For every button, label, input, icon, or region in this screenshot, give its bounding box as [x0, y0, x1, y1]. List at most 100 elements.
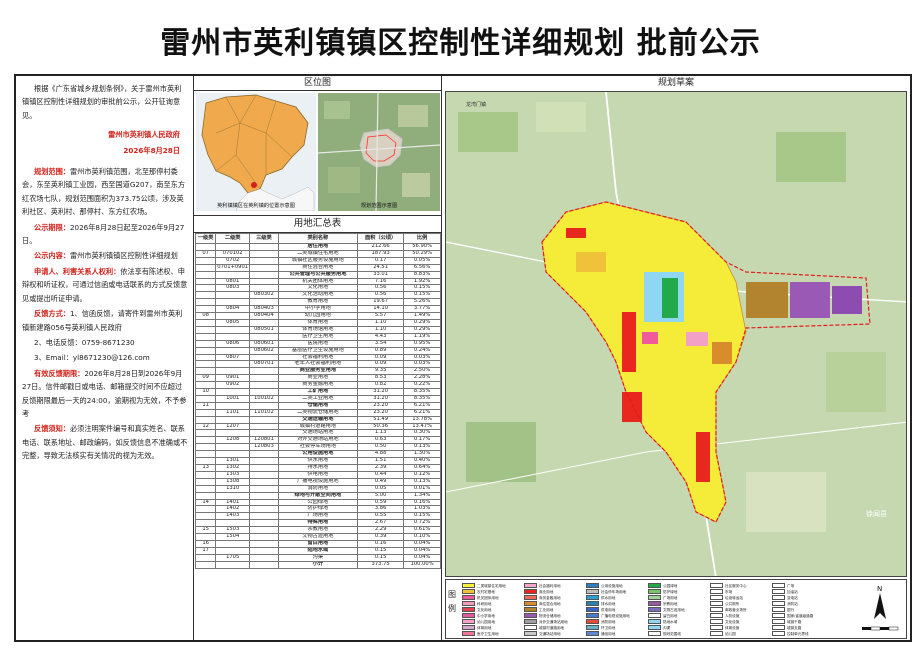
table-row: 公用设施用地 4.88 1.30% — [194, 450, 441, 459]
table-header-cell: 三级类 — [249, 233, 279, 244]
table-cell: 16 — [194, 539, 217, 548]
legend-item-label: 广场 — [787, 584, 795, 588]
legend-item-label: 消防用地 — [601, 620, 616, 624]
table-cell: 33.01 — [357, 270, 405, 279]
table-row: 10 工矿用地 31.20 8.35% — [194, 388, 441, 396]
legend-swatch — [772, 589, 785, 594]
table-cell — [194, 429, 217, 438]
legend-item-label: 宗教用地 — [663, 602, 678, 606]
table-cell: 社会福利用地 — [277, 353, 359, 362]
table-cell: 0806 — [215, 339, 251, 348]
legend-swatch — [524, 619, 537, 624]
table-cell — [215, 519, 251, 528]
table-cell: 0.09 — [357, 360, 405, 369]
table-cell — [194, 381, 217, 390]
table-cell: 0701+0901 — [215, 263, 251, 272]
table-cell — [194, 360, 217, 369]
table-cell: 0.24% — [403, 346, 441, 355]
intro-text: 根据《广东省城乡规划条例》，关于雷州市英利镇镇区控制性详细规划的审批前公示，公开… — [22, 84, 182, 120]
table-cell — [249, 415, 279, 424]
legend-swatch — [710, 619, 723, 624]
table-row: 080602 基层医疗卫生设施用地 0.89 0.24% — [194, 346, 441, 355]
table-row: 交通场站用地 1.13 0.30% — [194, 429, 441, 438]
table-row: 1208 120801 对外交通场站用地 0.63 0.17% — [194, 436, 441, 445]
table-cell — [215, 312, 251, 320]
table-row: 11 仓储用地 23.20 6.21% — [194, 401, 441, 410]
legend-item-label: 幼儿园 — [725, 632, 736, 636]
table-cell: 0.55 — [357, 512, 405, 521]
table-cell: 留白用地 — [277, 539, 359, 548]
table-cell: 公用设施用地 — [277, 450, 359, 459]
table-cell: 交通运输用地 — [277, 415, 359, 424]
table-cell: 0.40% — [403, 457, 441, 465]
table-row: 教育用地 19.67 5.26% — [194, 298, 441, 307]
legend-swatch — [648, 613, 661, 618]
table-cell — [249, 243, 279, 251]
table-cell — [194, 415, 217, 424]
table-cell — [194, 553, 217, 562]
legend-item-label: 商业用地 — [539, 590, 554, 594]
land-use-table-title: 用地汇总表 — [194, 216, 441, 233]
table-header-row: 一级类 二级类 三级类 类别名称 面积（公顷） 比例 — [194, 233, 441, 244]
table-cell — [194, 346, 217, 355]
legend-item-label: 规划范围线 — [663, 632, 681, 636]
table-row: 居住用地 212.66 56.90% — [194, 243, 441, 251]
table-cell: 0.39 — [357, 533, 405, 541]
table-cell: 080404 — [249, 312, 279, 320]
table-header-cell: 类别名称 — [277, 233, 359, 244]
table-cell — [194, 505, 217, 514]
legend-item-label: 交通场站用地 — [539, 632, 561, 636]
table-cell: 17 — [194, 546, 217, 555]
table-cell — [215, 491, 251, 500]
legend-item-label: 城镇干路 — [787, 620, 802, 624]
table-cell: 5.26% — [403, 298, 441, 307]
table-cell: 陆地水域 — [277, 546, 359, 555]
table-cell: 14 — [194, 498, 217, 507]
table-row: 09 0901 商业用地 8.53 2.28% — [194, 374, 441, 383]
county-location-map: 英利镇镇区在英利镇的位置示意图 — [196, 93, 316, 211]
table-cell — [249, 484, 279, 493]
table-cell: 4.43 — [357, 332, 405, 341]
legend-swatch — [586, 601, 599, 606]
table-row: 080302 文化活动用地 0.56 0.15% — [194, 291, 441, 300]
location-and-table-column: 区位图 英利镇镇区在英利镇的位置示意图 规划范围示意图 用地汇总表 一级类 二级… — [194, 76, 442, 640]
table-cell: 12 — [194, 422, 217, 431]
legend-swatch — [648, 601, 661, 606]
table-cell — [215, 539, 251, 548]
table-cell: 0.49 — [357, 477, 405, 486]
legend-swatch — [524, 613, 537, 618]
table-cell: 基层医疗卫生设施用地 — [277, 346, 359, 355]
table-cell: 商务金融用地 — [277, 381, 359, 390]
legend-item-label: 商住混合用地 — [539, 602, 561, 606]
table-cell: 0.15% — [403, 512, 441, 521]
table-cell: 沟渠 — [277, 553, 359, 562]
table-cell: 消防用地 — [277, 484, 359, 493]
table-cell — [249, 284, 279, 293]
legend-label: 图例 — [448, 590, 456, 613]
table-cell — [194, 318, 217, 327]
table-row: 1308 广播电视设施用地 0.49 0.13% — [194, 477, 441, 486]
legend-item-label: 控制单元界线 — [787, 632, 809, 636]
table-cell: 0901 — [215, 374, 251, 383]
table-cell: 50.29% — [403, 249, 441, 258]
table-cell: 中小学用地 — [277, 305, 359, 314]
table-cell: 3.54 — [357, 339, 405, 348]
legend-item-label: 加油站 — [787, 590, 798, 594]
table-row: 小计 373.75 100.00% — [194, 560, 441, 569]
map-label-north: 龙湾门镇 — [466, 101, 486, 108]
table-cell — [249, 256, 279, 265]
table-cell: 24.51 — [357, 263, 405, 272]
legend-item-label: 陆地水域 — [663, 620, 678, 624]
table-cell — [249, 429, 279, 438]
legend-item: 规划范围线 — [648, 631, 681, 637]
table-cell: 1308 — [215, 477, 251, 486]
table-cell: 0805 — [215, 318, 251, 327]
scope-location-map: 规划范围示意图 — [318, 93, 440, 211]
table-header-cell: 二级类 — [215, 233, 251, 244]
signer: 雷州市英利镇人民政府 — [108, 130, 180, 140]
table-row: 1403 广场用地 0.55 0.15% — [194, 512, 441, 521]
table-cell: 文化用地 — [277, 284, 359, 293]
table-cell — [215, 560, 251, 569]
legend-item-label: 排水用地 — [601, 602, 616, 606]
table-cell: 1101 — [215, 408, 251, 417]
